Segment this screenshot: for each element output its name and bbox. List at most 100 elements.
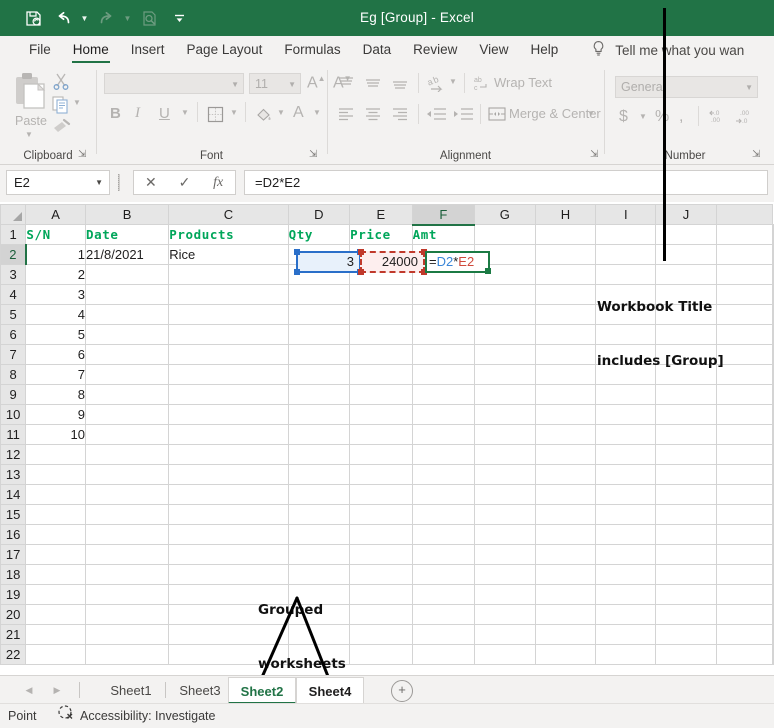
cell-blank[interactable] [474,564,536,585]
cell-B12[interactable] [84,444,170,465]
cell-blank[interactable] [534,244,597,265]
cell-blank[interactable] [655,484,717,505]
cell-blank[interactable] [474,264,536,285]
cell-blank[interactable] [534,304,597,325]
cell-C4[interactable] [168,284,289,305]
tab-file[interactable]: File [18,36,62,64]
clipboard-dialog-launcher[interactable]: ⇲ [78,149,89,160]
cell-blank[interactable] [715,364,774,385]
cell-blank[interactable] [595,644,657,665]
cell-C6[interactable] [168,324,289,345]
row-header-3[interactable]: 3 [0,264,27,285]
cell-blank[interactable] [772,544,774,565]
cell-blank[interactable] [474,304,536,325]
cell-blank[interactable] [595,544,657,565]
cell-blank[interactable] [534,404,597,425]
cell-blank[interactable] [474,624,536,645]
cell-C11[interactable] [168,424,289,445]
cell-blank[interactable] [595,444,657,465]
row-header-15[interactable]: 15 [0,504,27,525]
number-format-combobox[interactable]: General ▼ [615,76,758,98]
cell-D7[interactable] [287,344,351,365]
add-sheet-icon[interactable]: + [391,680,413,702]
cell-E21[interactable] [349,624,413,645]
cell-blank[interactable] [474,644,536,665]
cell-blank[interactable] [772,304,774,325]
cell-A3[interactable]: 2 [25,264,86,285]
cell-F13[interactable] [411,464,476,485]
cell-F7[interactable] [411,344,476,365]
cell-F17[interactable] [411,544,476,565]
cell-A4[interactable]: 3 [25,284,86,305]
cell-D16[interactable] [287,524,351,545]
tab-data[interactable]: Data [352,36,403,64]
col-header-E[interactable]: E [349,204,413,225]
cell-blank[interactable] [715,524,774,545]
cell-E9[interactable] [349,384,413,405]
font-dialog-launcher[interactable]: ⇲ [309,149,320,160]
cell-blank[interactable] [534,444,597,465]
cell-F18[interactable] [411,564,476,585]
cell-F1[interactable]: Amt [411,224,476,245]
cell-blank[interactable] [534,524,597,545]
cell-blank[interactable] [655,544,717,565]
cell-C17[interactable] [168,544,289,565]
col-header-A[interactable]: A [25,204,86,225]
cell-F6[interactable] [411,324,476,345]
cell-blank[interactable] [474,284,536,305]
accessibility-status[interactable]: Accessibility: Investigate [58,704,215,728]
cell-blank[interactable] [534,644,597,665]
cell-D3[interactable] [287,264,351,285]
cell-A5[interactable]: 4 [25,304,86,325]
cell-blank[interactable] [715,244,774,265]
cell-blank[interactable] [655,464,717,485]
cell-blank[interactable] [534,464,597,485]
row-header-1[interactable]: 1 [0,224,27,245]
cell-F20[interactable] [411,604,476,625]
sheet-tab-sheet4[interactable]: Sheet4 [296,677,364,704]
cell-blank[interactable] [534,504,597,525]
cell-C5[interactable] [168,304,289,325]
cell-C7[interactable] [168,344,289,365]
alignment-dialog-launcher[interactable]: ⇲ [590,149,601,160]
cancel-formula-button[interactable]: ✕ [134,171,168,194]
cell-B7[interactable] [84,344,170,365]
col-header-D[interactable]: D [287,204,351,225]
col-header-I[interactable]: I [595,204,657,225]
cell-blank[interactable] [474,404,536,425]
cell-blank[interactable] [534,624,597,645]
cell-blank[interactable] [715,644,774,665]
cell-blank[interactable] [534,264,597,285]
cell-B11[interactable] [84,424,170,445]
row-header-8[interactable]: 8 [0,364,27,385]
cell-D13[interactable] [287,464,351,485]
cell-A16[interactable] [25,524,86,545]
cell-F9[interactable] [411,384,476,405]
cell-A18[interactable] [25,564,86,585]
tab-page-layout[interactable]: Page Layout [176,36,274,64]
cell-B3[interactable] [84,264,170,285]
cell-A1[interactable]: S/N [25,224,86,245]
cell-D12[interactable] [287,444,351,465]
cell-blank[interactable] [534,564,597,585]
cell-E12[interactable] [349,444,413,465]
cell-E22[interactable] [349,644,413,665]
cell-F10[interactable] [411,404,476,425]
cell-E5[interactable] [349,304,413,325]
cell-blank[interactable] [655,444,717,465]
cell-blank[interactable] [595,424,657,445]
cell-blank[interactable] [715,564,774,585]
cell-D6[interactable] [287,324,351,345]
cell-E19[interactable] [349,584,413,605]
comma-style-button[interactable]: , [679,108,683,126]
cell-B6[interactable] [84,324,170,345]
cell-blank[interactable] [772,564,774,585]
cell-blank[interactable] [655,584,717,605]
cell-A9[interactable]: 8 [25,384,86,405]
cell-blank[interactable] [715,344,774,365]
enter-formula-button[interactable]: ✓ [168,171,202,194]
cell-A14[interactable] [25,484,86,505]
col-header-C[interactable]: C [168,204,289,225]
cell-blank[interactable] [715,444,774,465]
cell-C15[interactable] [168,504,289,525]
